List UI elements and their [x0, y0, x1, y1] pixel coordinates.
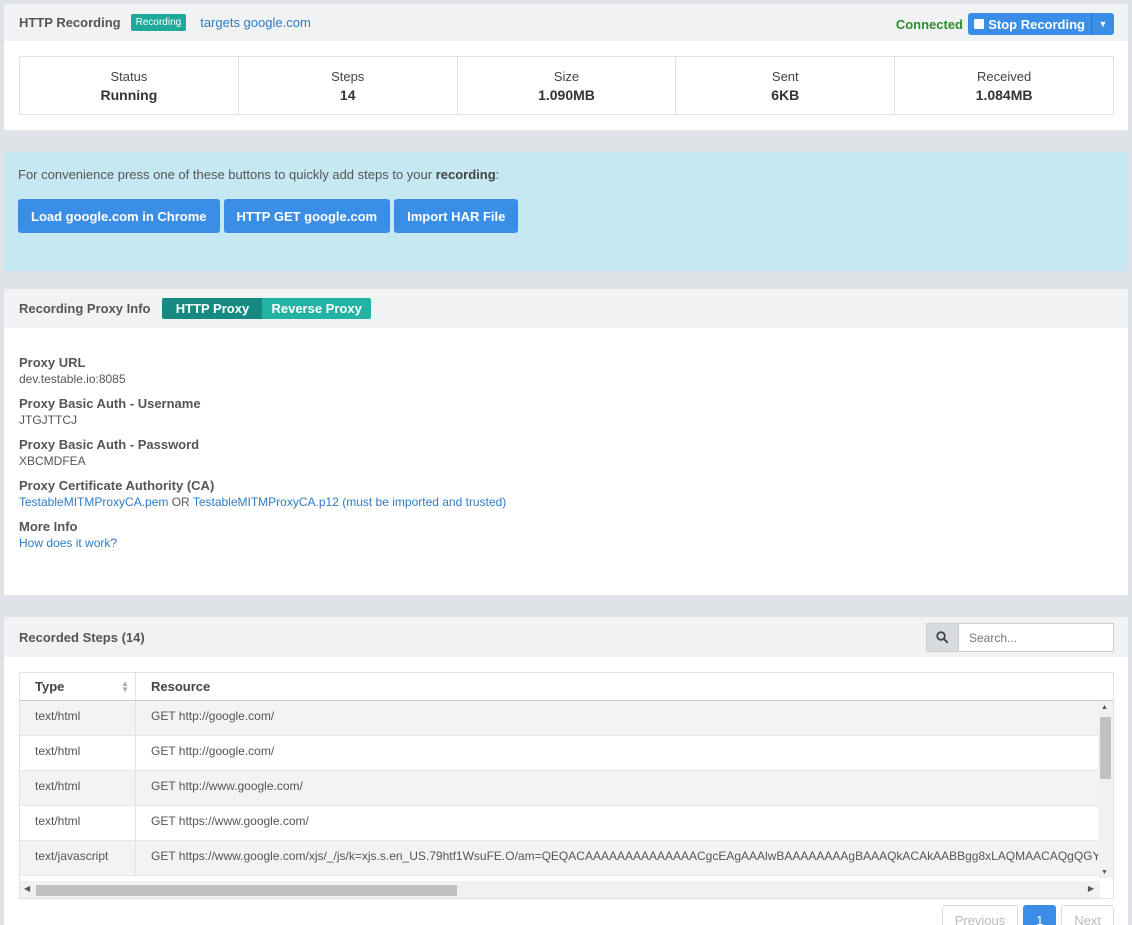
table-row[interactable]: text/html GET https://www.google.com/: [20, 806, 1113, 841]
quick-add-panel: For convenience press one of these butto…: [4, 152, 1128, 271]
caret-down-icon: ▼: [1098, 19, 1108, 29]
ca-p12-link[interactable]: TestableMITMProxyCA.p12 (must be importe…: [193, 495, 506, 509]
scroll-left-icon[interactable]: ◀: [24, 884, 30, 893]
recording-header: HTTP Recording Recording targets google.…: [4, 4, 1128, 41]
table-header: Type ▲ ▼ Resource: [20, 673, 1113, 701]
password-label: Proxy Basic Auth - Password: [19, 437, 200, 452]
stat-label: Steps: [331, 69, 365, 84]
horizontal-scroll-thumb[interactable]: [36, 885, 457, 896]
row-resource: GET http://google.com/: [151, 709, 275, 723]
proxy-url-value: dev.testable.io:8085: [19, 372, 126, 386]
search-box: [926, 623, 1114, 652]
next-page-button[interactable]: Next: [1061, 905, 1114, 925]
row-resource: GET http://www.google.com/: [151, 779, 303, 793]
search-input[interactable]: [958, 623, 1114, 652]
horizontal-scrollbar[interactable]: ◀ ▶: [20, 881, 1100, 898]
ca-links: TestableMITMProxyCA.pem OR TestableMITMP…: [19, 495, 506, 509]
ca-or-text: OR: [168, 495, 193, 509]
stat-label: Status: [110, 69, 148, 84]
row-type: text/html: [20, 806, 136, 840]
row-type: text/html: [20, 701, 136, 735]
stop-square-icon: [974, 19, 985, 29]
quick-add-buttons: Load google.com in Chrome HTTP GET googl…: [18, 199, 519, 233]
table-row[interactable]: text/html GET http://google.com/: [20, 701, 1113, 736]
vertical-scroll-thumb[interactable]: [1100, 717, 1111, 779]
more-info-value: How does it work?: [19, 536, 506, 550]
quick-add-text-bold: recording: [435, 167, 496, 182]
vertical-scrollbar[interactable]: ▲ ▼: [1098, 701, 1113, 878]
scroll-right-icon[interactable]: ▶: [1088, 884, 1094, 893]
stat-steps: Steps 14: [239, 57, 458, 114]
ca-label: Proxy Certificate Authority (CA): [19, 478, 215, 493]
proxy-info-title: Recording Proxy Info: [19, 301, 151, 316]
password-value: XBCMDFEA: [19, 454, 86, 468]
quick-add-text-before: For convenience press one of these butto…: [18, 167, 436, 182]
stat-received: Received 1.084MB: [895, 57, 1113, 114]
stat-value: 1.090MB: [538, 87, 595, 103]
proxy-mode-toggle: HTTP Proxy Reverse Proxy: [162, 298, 371, 319]
username-value: JTGJTTCJ: [19, 413, 77, 427]
page-title: HTTP Recording: [19, 15, 121, 30]
how-it-works-link[interactable]: How does it work?: [19, 536, 117, 550]
recorded-steps-panel: Recorded Steps (14) Type ▲▼ Resource tex…: [4, 617, 1128, 925]
stat-sent: Sent 6KB: [676, 57, 896, 114]
stat-size: Size 1.090MB: [458, 57, 677, 114]
stats-row: Status Running Steps 14 Size 1.090MB Sen…: [19, 56, 1114, 115]
row-resource: GET https://www.google.com/: [151, 814, 309, 828]
proxy-info-panel: Recording Proxy Info HTTP Proxy Reverse …: [4, 289, 1128, 595]
column-type[interactable]: Type ▲ ▼: [20, 673, 136, 700]
quick-add-text-after: :: [495, 167, 500, 182]
column-type-label: Type: [35, 679, 65, 694]
recording-panel: HTTP Recording Recording targets google.…: [4, 4, 1128, 130]
recorded-steps-header: Recorded Steps (14): [4, 617, 1128, 657]
proxy-details: Proxy URL dev.testable.io:8085 Proxy Bas…: [19, 355, 506, 560]
previous-page-button[interactable]: Previous: [941, 905, 1019, 925]
http-get-button[interactable]: HTTP GET google.com: [223, 199, 391, 233]
search-icon: [926, 623, 958, 652]
row-type: text/javascript: [20, 841, 136, 875]
stat-label: Sent: [771, 69, 799, 84]
table-row[interactable]: text/html GET http://google.com/: [20, 736, 1113, 771]
scroll-up-icon[interactable]: ▲: [1101, 704, 1108, 711]
stop-recording-button[interactable]: Stop Recording: [968, 13, 1092, 35]
stat-label: Received: [976, 69, 1032, 84]
more-info-label: More Info: [19, 519, 78, 534]
steps-table: Type ▲ ▼ Resource text/html GET http://go…: [19, 672, 1114, 899]
table-body: text/html GET http://google.com/ text/ht…: [20, 701, 1113, 877]
ca-pem-link[interactable]: TestableMITMProxyCA.pem: [19, 495, 168, 509]
recorded-steps-title: Recorded Steps (14): [19, 629, 145, 645]
import-har-button[interactable]: Import HAR File: [394, 199, 519, 233]
stop-recording-group: Stop Recording ▼: [968, 13, 1114, 35]
table-row[interactable]: text/javascript GET https://www.google.c…: [20, 841, 1113, 876]
load-chrome-button[interactable]: Load google.com in Chrome: [18, 199, 220, 233]
tab-http-proxy[interactable]: HTTP Proxy: [162, 298, 263, 319]
stat-value: 14: [339, 87, 356, 103]
scroll-down-icon[interactable]: ▼: [1101, 869, 1108, 876]
targets-link[interactable]: targets google.com: [200, 15, 311, 30]
proxy-url-label: Proxy URL: [19, 355, 86, 370]
stat-value: 6KB: [771, 87, 800, 103]
sort-icon: ▲ ▼: [121, 679, 129, 694]
row-resource: GET https://www.google.com/xjs/_/js/k=xj…: [151, 849, 1101, 863]
page-1-button[interactable]: 1: [1023, 905, 1057, 925]
recording-badge: Recording: [130, 14, 187, 31]
stat-value: Running: [100, 87, 158, 103]
proxy-info-header: Recording Proxy Info HTTP Proxy Reverse …: [4, 289, 1128, 328]
row-type: text/html: [20, 771, 136, 805]
row-resource: GET http://google.com/: [151, 744, 275, 758]
connection-status: Connected: [895, 17, 963, 32]
tab-reverse-proxy[interactable]: Reverse Proxy: [262, 298, 371, 319]
stop-recording-label: Stop Recording: [988, 16, 1085, 32]
quick-add-text: For convenience press one of these butto…: [18, 167, 499, 182]
stat-status: Status Running: [20, 57, 239, 114]
stat-label: Size: [553, 69, 580, 84]
username-label: Proxy Basic Auth - Username: [19, 396, 201, 411]
pagination: Previous 1 Next: [941, 905, 1114, 925]
column-resource: Resource: [151, 679, 211, 694]
stop-recording-dropdown[interactable]: ▼: [1092, 13, 1114, 35]
table-row[interactable]: text/html GET http://www.google.com/: [20, 771, 1113, 806]
stat-value: 1.084MB: [975, 87, 1033, 103]
row-type: text/html: [20, 736, 136, 770]
